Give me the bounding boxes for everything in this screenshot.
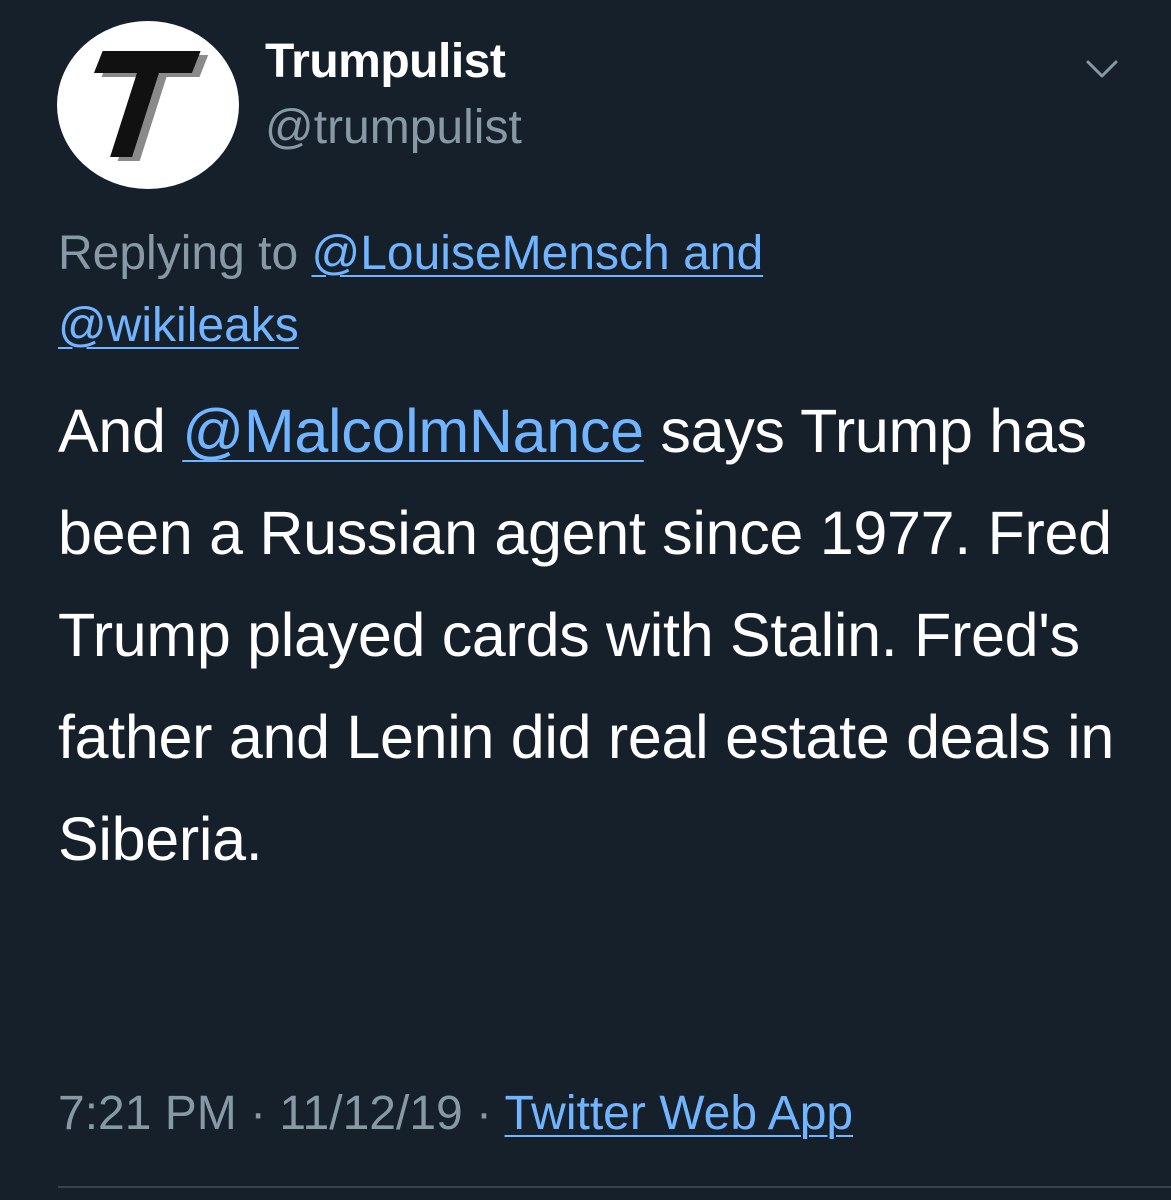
mention-link-wikileaks[interactable]: @wikileaks xyxy=(58,299,299,352)
tweet-text: And @MalcolmNance says Trump has been a … xyxy=(58,380,1138,890)
display-name[interactable]: Trumpulist xyxy=(265,38,506,86)
mention-link-louisemensch[interactable]: @LouiseMensch and xyxy=(311,227,763,280)
chevron-down-icon[interactable] xyxy=(1084,54,1120,84)
tweet-source-link[interactable]: Twitter Web App xyxy=(505,1087,854,1140)
mention-link-malcolmnance[interactable]: @MalcolmNance xyxy=(182,397,644,465)
avatar-logo-icon xyxy=(93,51,209,161)
tweet-text-start: And xyxy=(58,397,183,465)
replying-to: Replying to @LouiseMensch and @wikileaks xyxy=(58,218,1118,362)
tweet-text-body: says Trump has been a Russian agent sinc… xyxy=(58,397,1114,873)
tweet-meta: 7:21 PM · 11/12/19 · Twitter Web App xyxy=(58,1086,853,1142)
meta-separator: · xyxy=(236,1087,280,1140)
meta-separator: · xyxy=(462,1087,505,1140)
user-handle[interactable]: @trumpulist xyxy=(265,104,522,152)
avatar[interactable] xyxy=(57,21,239,189)
replying-to-label: Replying to xyxy=(58,227,299,280)
tweet-card: Trumpulist @trumpulist Replying to @Loui… xyxy=(0,0,1171,1200)
tweet-date[interactable]: 11/12/19 xyxy=(279,1087,462,1140)
tweet-time[interactable]: 7:21 PM xyxy=(58,1087,237,1140)
divider xyxy=(58,1186,1171,1188)
